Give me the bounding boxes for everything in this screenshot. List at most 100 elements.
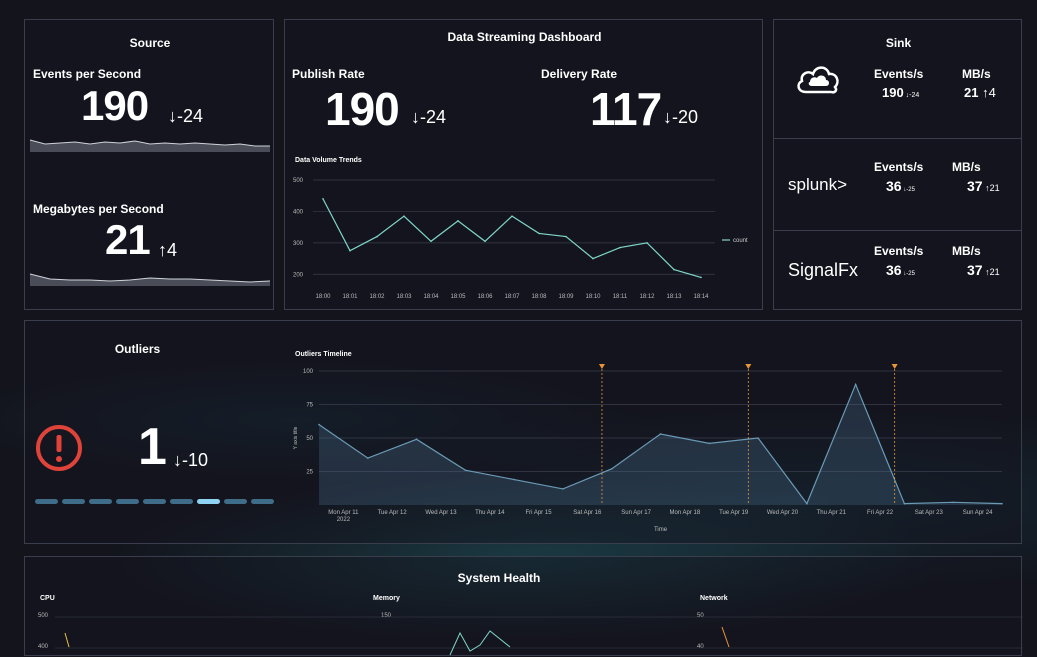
sink-events-value: 190 ↓-24: [882, 85, 920, 100]
sink-mb-delta: 21: [989, 183, 1000, 193]
x-tick-label: 18:04: [423, 294, 439, 300]
alert-circle-icon: [36, 425, 82, 471]
pager-dot[interactable]: [170, 499, 193, 504]
data-point: [708, 442, 711, 445]
x-tick-label: Thu Apr 14: [475, 510, 505, 516]
data-point: [1001, 502, 1003, 505]
x-tick-label: Fri Apr 22: [867, 510, 894, 516]
arrow-down-icon: ↓: [168, 106, 177, 126]
sink-events-delta: -25: [906, 187, 915, 193]
pager-dot[interactable]: [62, 499, 85, 504]
x-axis-title: Time: [654, 527, 668, 533]
series-area: [319, 384, 1002, 505]
data-point: [673, 268, 675, 271]
data-point: [903, 502, 906, 505]
annotation-marker-icon: [745, 364, 752, 369]
data-point: [349, 249, 351, 252]
arrow-down-icon: ↓: [173, 450, 182, 470]
sink-events-value: 36 ↓-25: [886, 178, 915, 194]
delivery-label: Delivery Rate: [541, 67, 618, 81]
sink-mb-label: MB/s: [952, 160, 981, 174]
sink-events-number: 190: [882, 85, 904, 100]
pager-dot[interactable]: [116, 499, 139, 504]
sink-mb-value: 21 ↑4: [964, 85, 996, 100]
data-point: [366, 457, 369, 459]
x-tick-label: 2022: [337, 517, 351, 523]
y-tick-label: 25: [306, 470, 313, 476]
pager-dot[interactable]: [89, 499, 112, 504]
pager-dot[interactable]: [143, 499, 166, 504]
x-tick-label: 18:02: [369, 294, 385, 300]
pager-dot[interactable]: [197, 499, 220, 504]
data-point: [806, 502, 808, 505]
data-point: [565, 235, 567, 238]
series-line-count: [322, 198, 702, 279]
data-point: [610, 468, 613, 470]
annotation-marker-icon: [598, 364, 605, 369]
pager-dot[interactable]: [224, 499, 247, 504]
data-point: [700, 276, 702, 279]
outliers-timeline-chart: 100 75 50 25 Y axis title Mon Apr 112022 Tue A…: [293, 364, 1003, 533]
data-point: [457, 220, 459, 222]
eps-delta: ↓-24: [168, 106, 203, 127]
eps-value: 190: [81, 82, 149, 129]
mbps-label: Megabytes per Second: [33, 202, 164, 216]
y-tick-label: 500: [293, 178, 304, 184]
data-point: [592, 257, 594, 260]
sink-mb-label: MB/s: [962, 67, 991, 81]
data-point: [484, 240, 486, 243]
y-tick-label: 400: [293, 209, 304, 215]
x-tick-label: 18:07: [504, 294, 520, 300]
sink-title: Sink: [885, 36, 912, 50]
data-point: [619, 246, 621, 249]
dashboard-title: Data Streaming Dashboard: [447, 30, 602, 44]
arrow-down-icon: ↓: [411, 107, 420, 127]
publish-label: Publish Rate: [292, 67, 365, 81]
data-volume-chart: 500 400 300 200 18:00 18:01 18:02 18:03 18:04 18:…: [293, 178, 748, 300]
outliers-value: 1: [138, 418, 167, 476]
mbps-sparkline: [29, 273, 271, 286]
x-tick-label: Fri Apr 15: [526, 510, 553, 516]
publish-delta: ↓-24: [411, 107, 446, 128]
y-tick-label: 75: [306, 403, 313, 409]
data-point: [322, 198, 324, 200]
sink-events-number: 36: [886, 262, 902, 278]
y-tick-label: 300: [293, 241, 304, 247]
sink-mb-label: MB/s: [952, 244, 981, 258]
sink-mb-value: 37 ↑21: [967, 178, 1000, 194]
y-tick-label: 100: [303, 369, 314, 375]
memory-label: Memory: [373, 595, 400, 602]
outliers-delta: ↓-10: [173, 450, 208, 471]
x-tick-label: Wed Apr 20: [767, 510, 799, 516]
eps-delta-value: -24: [177, 106, 204, 126]
pager-dot[interactable]: [251, 499, 274, 504]
delivery-delta-value: -20: [672, 107, 699, 127]
data-point: [659, 433, 662, 435]
sink-mb-delta: 4: [988, 85, 996, 100]
mbps-value: 21: [105, 216, 151, 263]
sink-mb-number: 21: [964, 85, 979, 100]
source-panel: Source Events per Second 190 ↓-24 Megaby…: [24, 19, 274, 310]
data-point: [757, 437, 759, 439]
x-tick-label: 18:01: [342, 294, 358, 300]
sink-events-delta: -25: [906, 271, 915, 277]
sink-mb-number: 37: [967, 262, 983, 278]
y-tick-label: 50: [306, 436, 313, 442]
sink-events-label: Events/s: [874, 244, 924, 258]
sink-mb-delta: 21: [989, 267, 1000, 277]
x-tick-label: Mon Apr 11: [328, 510, 359, 516]
data-point: [513, 478, 515, 481]
x-tick-label: 18:14: [693, 294, 709, 300]
pager-dot[interactable]: [35, 499, 58, 504]
system-health-title: System Health: [457, 571, 541, 585]
x-tick-label: 18:05: [450, 294, 466, 300]
x-tick-label: Tue Apr 12: [378, 510, 408, 516]
x-tick-label: Thu Apr 21: [817, 510, 847, 516]
signalfx-logo: SignalFx: [788, 260, 859, 280]
cloud-icon: [797, 66, 839, 94]
mbps-delta-value: 4: [167, 240, 178, 260]
x-tick-label: Mon Apr 18: [670, 510, 701, 516]
cpu-label: CPU: [40, 595, 55, 602]
sink-events-delta: -24: [909, 92, 920, 99]
x-tick-label: Sat Apr 16: [573, 510, 602, 516]
